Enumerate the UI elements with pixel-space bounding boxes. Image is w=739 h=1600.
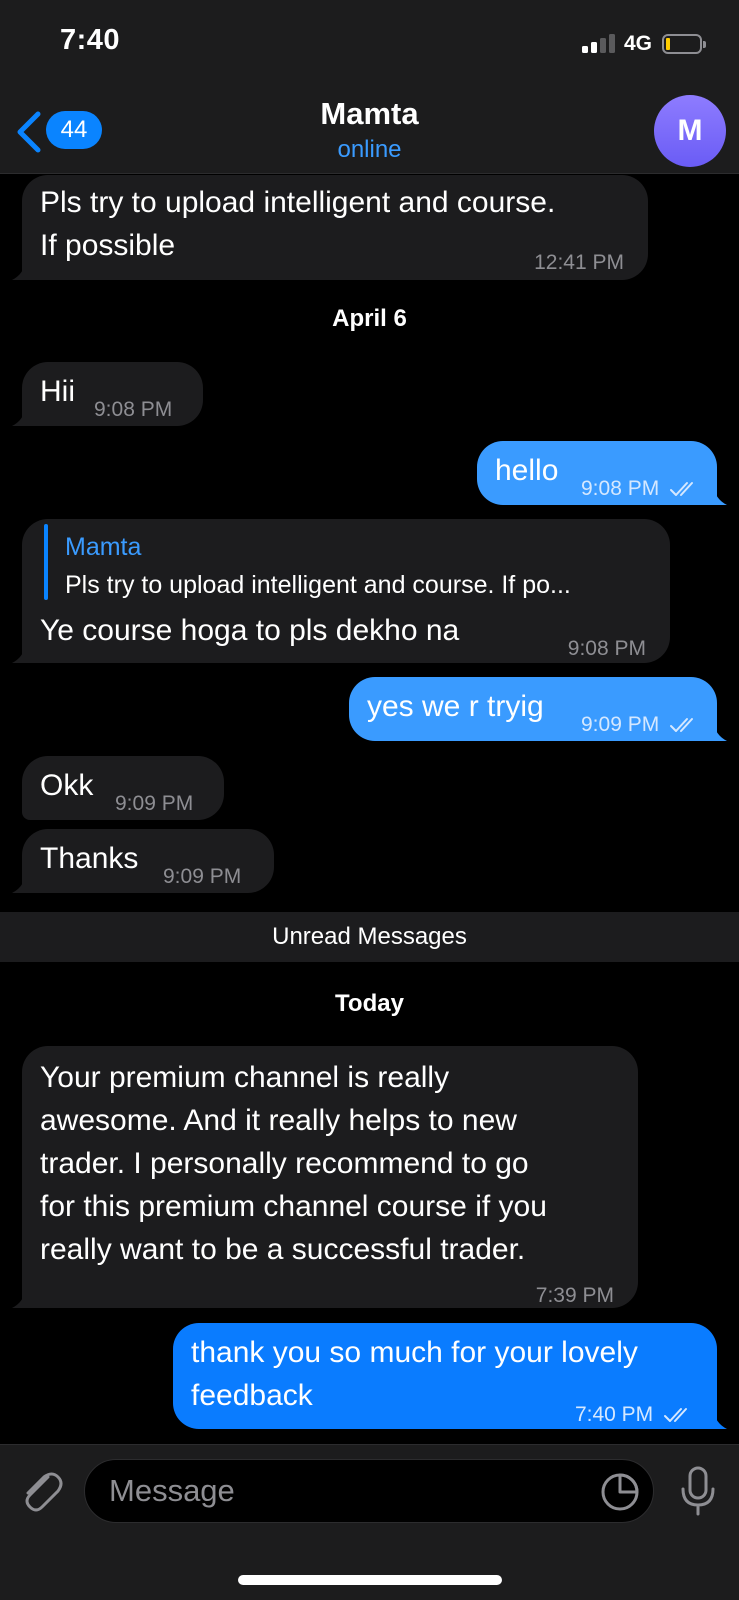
chat-header: 44 Mamta online M <box>0 90 739 174</box>
battery-icon <box>662 34 706 54</box>
message-text: If possible <box>40 229 176 262</box>
message-text: yes we r tryig <box>367 690 544 723</box>
message-text: feedback <box>191 1379 313 1412</box>
message-text: hello <box>495 454 559 487</box>
message-text: really want to be a successful trader. <box>40 1233 526 1266</box>
network-label: 4G <box>624 32 653 55</box>
message-input[interactable] <box>109 1460 569 1522</box>
message-bubble-outgoing[interactable]: yes we r tryig 9:09 PM <box>349 677 727 741</box>
unread-messages-divider: Unread Messages <box>0 912 739 962</box>
message-time: 7:39 PM <box>535 1284 614 1307</box>
message-bubble-incoming[interactable]: Okk 9:09 PM <box>22 756 224 820</box>
double-check-icon <box>664 1408 687 1423</box>
message-text: Hii <box>40 375 75 408</box>
home-indicator <box>238 1575 502 1585</box>
message-text: for this premium channel course if you <box>40 1190 547 1223</box>
message-text: awesome. And it really helps to new <box>40 1104 517 1137</box>
message-time: 9:08 PM <box>94 398 173 421</box>
reply-author[interactable]: Mamta <box>65 533 141 562</box>
message-time: 9:09 PM <box>163 865 242 888</box>
message-text: Your premium channel is really <box>40 1061 450 1094</box>
date-separator: Today <box>335 990 404 1017</box>
paperclip-icon[interactable] <box>18 1465 64 1515</box>
message-time: 12:41 PM <box>534 251 624 274</box>
message-bubble-incoming[interactable]: Pls try to upload intelligent and course… <box>12 175 648 280</box>
message-time: 9:09 PM <box>115 792 194 815</box>
message-time: 9:09 PM <box>581 703 699 746</box>
message-time: 7:40 PM <box>575 1393 693 1436</box>
reply-preview[interactable]: Pls try to upload intelligent and course… <box>65 571 571 600</box>
message-text: Ye course hoga to pls dekho na <box>40 614 460 647</box>
signal-icon <box>582 33 618 53</box>
avatar[interactable]: M <box>654 95 726 167</box>
message-bubble-outgoing[interactable]: thank you so much for your lovely feedba… <box>173 1323 727 1429</box>
message-time: 9:08 PM <box>567 637 646 660</box>
status-bar: 7:40 4G <box>0 0 739 90</box>
message-bubble-outgoing[interactable]: hello 9:08 PM <box>477 441 727 505</box>
message-text: Pls try to upload intelligent and course… <box>40 186 556 219</box>
message-bubble-incoming[interactable]: Your premium channel is really awesome. … <box>12 1046 638 1308</box>
microphone-icon[interactable] <box>678 1465 718 1517</box>
contact-status: online <box>337 136 402 163</box>
message-text: Okk <box>40 769 94 802</box>
double-check-icon <box>670 718 694 733</box>
date-separator: April 6 <box>332 305 407 332</box>
message-bubble-incoming[interactable]: Hii 9:08 PM <box>12 362 203 426</box>
sticker-icon[interactable] <box>600 1472 640 1512</box>
message-text: Thanks <box>40 842 139 875</box>
status-time: 7:40 <box>60 24 121 56</box>
message-text: trader. I personally recommend to go <box>40 1147 529 1180</box>
message-time: 9:08 PM <box>581 467 699 510</box>
message-text: thank you so much for your lovely <box>191 1336 638 1369</box>
message-bubble-incoming[interactable]: Thanks 9:09 PM <box>12 829 274 893</box>
contact-name[interactable]: Mamta <box>0 96 739 132</box>
double-check-icon <box>670 482 694 497</box>
reply-quote-bar <box>44 524 48 600</box>
composer-bar <box>0 1444 739 1600</box>
message-field <box>84 1459 654 1523</box>
